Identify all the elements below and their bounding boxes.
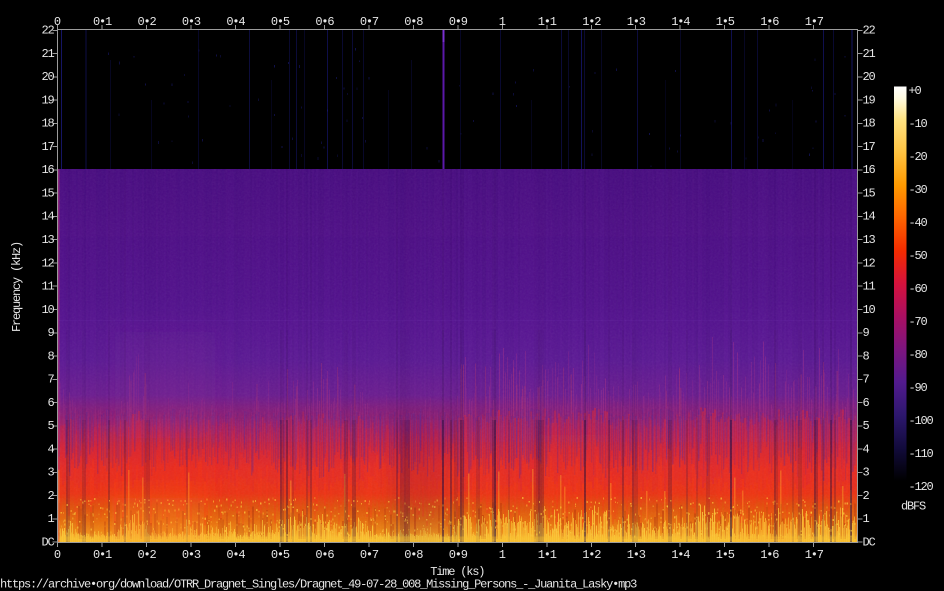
svg-text:0•5: 0•5 bbox=[271, 548, 290, 562]
svg-text:11: 11 bbox=[863, 280, 876, 294]
svg-text:17: 17 bbox=[863, 140, 876, 154]
svg-text:1•2: 1•2 bbox=[582, 548, 601, 562]
svg-text:1•4: 1•4 bbox=[671, 15, 690, 29]
svg-text:12: 12 bbox=[41, 256, 54, 270]
svg-text:-20: -20 bbox=[909, 150, 928, 164]
svg-text:5: 5 bbox=[47, 419, 54, 433]
svg-text:0•9: 0•9 bbox=[449, 548, 468, 562]
svg-text:https://archive•org/download/O: https://archive•org/download/OTRR_Dragne… bbox=[0, 578, 637, 591]
svg-text:5: 5 bbox=[863, 419, 870, 433]
svg-text:6: 6 bbox=[863, 396, 870, 410]
svg-text:16: 16 bbox=[41, 163, 54, 177]
svg-text:3: 3 bbox=[863, 466, 870, 480]
svg-text:-30: -30 bbox=[909, 183, 928, 197]
svg-text:1•6: 1•6 bbox=[760, 15, 779, 29]
svg-text:-110: -110 bbox=[909, 447, 934, 461]
svg-text:0•7: 0•7 bbox=[360, 15, 379, 29]
svg-text:-10: -10 bbox=[909, 117, 928, 131]
svg-text:8: 8 bbox=[863, 349, 870, 363]
svg-text:4: 4 bbox=[863, 442, 870, 456]
svg-text:1•3: 1•3 bbox=[627, 15, 646, 29]
svg-text:-120: -120 bbox=[909, 480, 934, 494]
svg-text:16: 16 bbox=[863, 163, 876, 177]
svg-text:0•4: 0•4 bbox=[226, 15, 245, 29]
svg-text:12: 12 bbox=[863, 256, 876, 270]
svg-text:18: 18 bbox=[41, 117, 54, 131]
svg-text:1: 1 bbox=[863, 512, 870, 526]
svg-text:0•8: 0•8 bbox=[404, 15, 423, 29]
svg-text:0•9: 0•9 bbox=[449, 15, 468, 29]
svg-text:10: 10 bbox=[863, 303, 876, 317]
svg-text:1: 1 bbox=[499, 15, 506, 29]
svg-text:0•8: 0•8 bbox=[404, 548, 423, 562]
svg-text:1•5: 1•5 bbox=[716, 548, 735, 562]
svg-text:0•3: 0•3 bbox=[182, 15, 201, 29]
svg-text:0•4: 0•4 bbox=[226, 548, 245, 562]
svg-text:21: 21 bbox=[41, 47, 54, 61]
svg-text:0•3: 0•3 bbox=[182, 548, 201, 562]
svg-text:7: 7 bbox=[863, 373, 870, 387]
svg-text:-40: -40 bbox=[909, 216, 928, 230]
svg-text:22: 22 bbox=[863, 24, 876, 38]
svg-text:1•2: 1•2 bbox=[582, 15, 601, 29]
svg-text:19: 19 bbox=[863, 93, 876, 107]
svg-text:18: 18 bbox=[863, 117, 876, 131]
svg-text:0•1: 0•1 bbox=[93, 548, 112, 562]
svg-text:13: 13 bbox=[863, 233, 876, 247]
svg-text:-90: -90 bbox=[909, 381, 928, 395]
svg-text:8: 8 bbox=[47, 349, 54, 363]
svg-text:14: 14 bbox=[863, 210, 876, 224]
svg-text:-60: -60 bbox=[909, 282, 928, 296]
svg-text:14: 14 bbox=[41, 210, 54, 224]
svg-text:21: 21 bbox=[863, 47, 876, 61]
svg-text:1•7: 1•7 bbox=[805, 548, 824, 562]
svg-text:+0: +0 bbox=[909, 84, 922, 98]
svg-text:1•5: 1•5 bbox=[716, 15, 735, 29]
svg-text:1: 1 bbox=[47, 512, 54, 526]
svg-text:0•7: 0•7 bbox=[360, 548, 379, 562]
svg-text:0•6: 0•6 bbox=[315, 548, 334, 562]
svg-text:1•4: 1•4 bbox=[671, 548, 690, 562]
svg-text:0•2: 0•2 bbox=[137, 15, 156, 29]
svg-text:dBFS: dBFS bbox=[901, 500, 926, 514]
svg-text:10: 10 bbox=[41, 303, 54, 317]
svg-text:1: 1 bbox=[499, 548, 506, 562]
svg-text:7: 7 bbox=[47, 373, 54, 387]
svg-text:4: 4 bbox=[47, 442, 54, 456]
svg-text:11: 11 bbox=[41, 280, 54, 294]
svg-text:13: 13 bbox=[41, 233, 54, 247]
svg-text:3: 3 bbox=[47, 466, 54, 480]
svg-text:0•6: 0•6 bbox=[315, 15, 334, 29]
svg-text:1•1: 1•1 bbox=[538, 548, 557, 562]
svg-text:0•5: 0•5 bbox=[271, 15, 290, 29]
svg-text:20: 20 bbox=[41, 70, 54, 84]
svg-text:9: 9 bbox=[47, 326, 54, 340]
svg-text:1•1: 1•1 bbox=[538, 15, 557, 29]
svg-text:22: 22 bbox=[41, 24, 54, 38]
svg-text:0•2: 0•2 bbox=[137, 548, 156, 562]
svg-text:2: 2 bbox=[47, 489, 54, 503]
svg-text:-50: -50 bbox=[909, 249, 928, 263]
svg-text:DC: DC bbox=[863, 536, 876, 550]
svg-text:19: 19 bbox=[41, 93, 54, 107]
svg-text:0•1: 0•1 bbox=[93, 15, 112, 29]
svg-text:1•3: 1•3 bbox=[627, 548, 646, 562]
svg-text:15: 15 bbox=[863, 186, 876, 200]
svg-text:6: 6 bbox=[47, 396, 54, 410]
svg-text:15: 15 bbox=[41, 186, 54, 200]
svg-text:-70: -70 bbox=[909, 315, 928, 329]
svg-text:17: 17 bbox=[41, 140, 54, 154]
svg-text:1•6: 1•6 bbox=[760, 548, 779, 562]
svg-text:Frequency (kHz): Frequency (kHz) bbox=[10, 242, 24, 332]
svg-text:-100: -100 bbox=[909, 414, 934, 428]
svg-text:1•7: 1•7 bbox=[805, 15, 824, 29]
svg-text:0: 0 bbox=[54, 15, 61, 29]
svg-text:0: 0 bbox=[54, 548, 61, 562]
svg-text:DC: DC bbox=[41, 536, 54, 550]
svg-text:20: 20 bbox=[863, 70, 876, 84]
svg-text:9: 9 bbox=[863, 326, 870, 340]
svg-text:2: 2 bbox=[863, 489, 870, 503]
svg-text:-80: -80 bbox=[909, 348, 928, 362]
